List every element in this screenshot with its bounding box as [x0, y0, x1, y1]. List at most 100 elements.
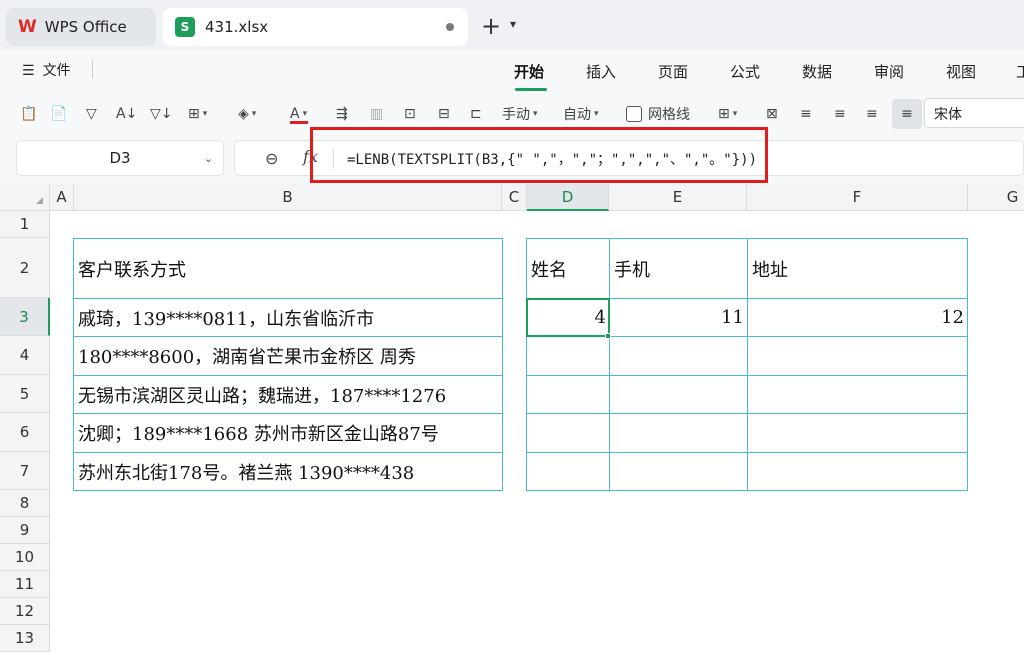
row-header-3[interactable]: 3 [0, 298, 50, 336]
selected-cell-outline [526, 298, 610, 337]
cell-b7[interactable]: 苏州东北街178号。褚兰燕 1390****438 [73, 452, 503, 491]
wps-logo-icon: W [18, 17, 37, 37]
cell-b4[interactable]: 180****8600，湖南省芒果市金桥区 周秀 [73, 336, 503, 376]
cell-e4[interactable] [609, 336, 748, 376]
tab-file[interactable]: S 431.xlsx [163, 8, 468, 46]
row-header-4[interactable]: 4 [0, 336, 50, 375]
font-color-icon[interactable]: A ▾ [290, 103, 308, 125]
align-right-icon[interactable]: ≡ [866, 103, 878, 125]
gridline-toggle[interactable]: 网格线 [626, 103, 690, 125]
manual-calc-label: 手动 [502, 107, 530, 123]
merge-cells-icon[interactable]: ▥ [370, 103, 383, 125]
zoom-icon[interactable]: ⊖ [265, 149, 278, 168]
align-left-icon[interactable]: ≡ [800, 103, 812, 125]
new-tab-plus-icon[interactable]: + [481, 12, 501, 40]
gridline-label: 网格线 [648, 107, 690, 123]
menu-divider [92, 60, 93, 78]
column-header-g[interactable]: G [968, 184, 1024, 211]
column-header-f[interactable]: F [747, 184, 968, 211]
column-header-e[interactable]: E [609, 184, 747, 211]
menu-tab-home[interactable]: 开始 [514, 61, 544, 82]
menu-tab-review[interactable]: 审阅 [874, 61, 904, 82]
fill-color-icon[interactable]: ◈ ▾ [238, 103, 256, 125]
column-header-a[interactable]: A [50, 184, 74, 211]
active-tab-underline [515, 88, 547, 91]
cell-e2[interactable]: 手机 [609, 238, 748, 299]
cell-e5[interactable] [609, 375, 748, 414]
cell-b3[interactable]: 戚琦，139****0811，山东省临沂市 [73, 298, 503, 337]
row-header-2[interactable]: 2 [0, 238, 50, 298]
menu-tab-page[interactable]: 页面 [658, 61, 688, 82]
cell-d5[interactable] [526, 375, 610, 414]
unsaved-dot-icon[interactable] [446, 23, 454, 31]
file-menu-label: 文件 [42, 63, 71, 79]
filter-icon[interactable]: ▽ [86, 103, 97, 125]
cell-d4[interactable] [526, 336, 610, 376]
sort-ascending-icon[interactable]: A↓ [116, 103, 137, 125]
menu-tab-tools[interactable]: 工 [1016, 61, 1024, 82]
cell-f5[interactable] [747, 375, 968, 414]
cell-f6[interactable] [747, 413, 968, 453]
font-family-select[interactable]: 宋体 [924, 98, 1024, 128]
cell-d7[interactable] [526, 452, 610, 491]
menu-tab-insert[interactable]: 插入 [586, 61, 616, 82]
menu-tab-data[interactable]: 数据 [802, 61, 832, 82]
column-header-c[interactable]: C [502, 184, 527, 211]
clear-icon[interactable]: ⊠ [766, 103, 778, 125]
auto-label: 自动 [563, 107, 591, 123]
tab-list-chevron-icon[interactable]: ▾ [510, 17, 516, 31]
cell-b5[interactable]: 无锡市滨湖区灵山路；魏瑞进，187****1276 [73, 375, 503, 414]
cell-f7[interactable] [747, 452, 968, 491]
fill-handle[interactable] [605, 333, 611, 339]
cell-f4[interactable] [747, 336, 968, 376]
file-menu-button[interactable]: ☰ 文件 [22, 60, 71, 80]
row-header-5[interactable]: 5 [0, 375, 50, 413]
wrap-text-icon[interactable]: ⇶ [336, 103, 348, 125]
cell-d2[interactable]: 姓名 [526, 238, 610, 299]
menu-tab-formula[interactable]: 公式 [730, 61, 760, 82]
hamburger-icon: ☰ [22, 63, 35, 79]
cell-e7[interactable] [609, 452, 748, 491]
spreadsheet-grid: A B C D E F G 1 2 3 4 5 6 7 8 9 10 11 12… [0, 184, 1024, 655]
row-header-13[interactable]: 13 [0, 625, 50, 652]
row-header-10[interactable]: 10 [0, 544, 50, 571]
align-justify-icon[interactable]: ≡ [892, 99, 922, 129]
row-header-1[interactable]: 1 [0, 211, 50, 238]
name-box[interactable]: D3 ⌄ [16, 140, 224, 176]
borders-icon[interactable]: ⊞ ▾ [188, 103, 207, 125]
sort-descending-icon[interactable]: ▽↓ [150, 103, 173, 125]
cell-e3[interactable]: 11 [609, 298, 748, 337]
tab-file-label: 431.xlsx [205, 18, 269, 36]
column-header-d[interactable]: D [527, 184, 609, 211]
auto-button[interactable]: 自动 ▾ [563, 103, 599, 125]
cell-f3[interactable]: 12 [747, 298, 968, 337]
cell-f2[interactable]: 地址 [747, 238, 968, 299]
cell-b6[interactable]: 沈卿；189****1668 苏州市新区金山路87号 [73, 413, 503, 453]
manual-calc-button[interactable]: 手动 ▾ [502, 103, 538, 125]
row-header-8[interactable]: 8 [0, 490, 50, 517]
cell-style-icon[interactable]: ⊞ ▾ [718, 103, 737, 125]
freeze-icon[interactable]: ⊏ [470, 103, 482, 125]
menu-tab-view[interactable]: 视图 [946, 61, 976, 82]
formula-highlight-box [310, 127, 768, 183]
row-header-7[interactable]: 7 [0, 452, 50, 490]
menu-bar: ☰ 文件 开始 插入 页面 公式 数据 审阅 视图 工 [0, 50, 1024, 94]
cell-e6[interactable] [609, 413, 748, 453]
align-center-icon[interactable]: ≡ [834, 103, 846, 125]
row-col-icon[interactable]: ⊟ [438, 103, 450, 125]
spreadsheet-icon: S [175, 17, 195, 37]
row-header-9[interactable]: 9 [0, 517, 50, 544]
select-all-corner[interactable] [0, 184, 50, 211]
chevron-down-icon[interactable]: ⌄ [204, 152, 213, 165]
row-header-6[interactable]: 6 [0, 413, 50, 452]
tab-wps-office[interactable]: W WPS Office [6, 8, 156, 46]
cell-b2[interactable]: 客户联系方式 [73, 238, 503, 299]
paste-format-icon[interactable]: 📄 [50, 103, 67, 125]
row-header-11[interactable]: 11 [0, 571, 50, 598]
paste-values-icon[interactable]: 📋 [20, 103, 37, 125]
column-header-b[interactable]: B [74, 184, 502, 211]
row-header-12[interactable]: 12 [0, 598, 50, 625]
cell-d6[interactable] [526, 413, 610, 453]
gridline-checkbox[interactable] [626, 106, 642, 122]
fill-down-icon[interactable]: ⊡ [404, 103, 416, 125]
